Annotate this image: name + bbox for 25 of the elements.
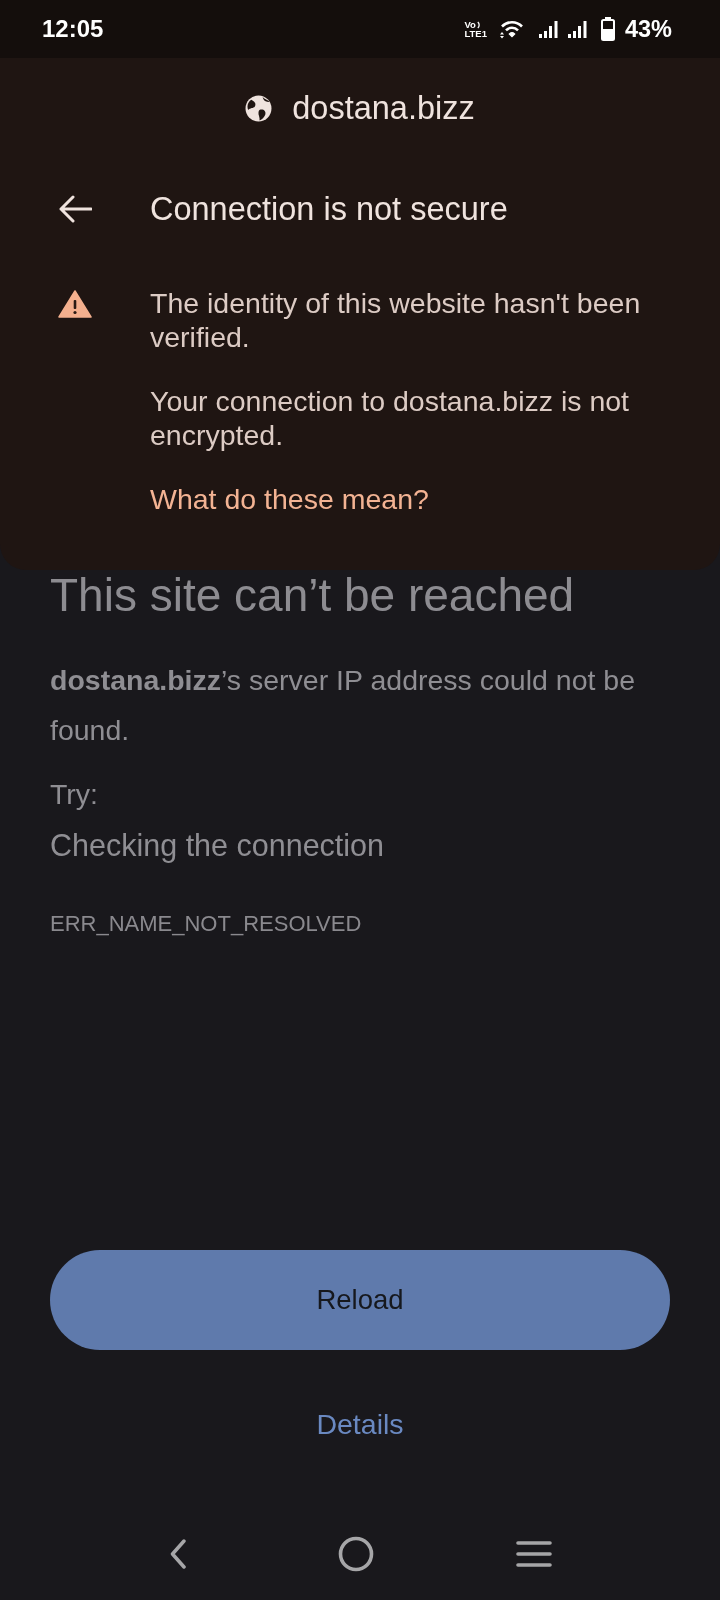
nav-back-icon[interactable] [170, 1539, 186, 1569]
try-label: Try: [50, 777, 99, 812]
back-arrow-icon[interactable] [58, 195, 92, 223]
status-time: 12:05 [42, 15, 104, 43]
wifi-icon [498, 19, 525, 39]
error-code: ERR_NAME_NOT_RESOLVED [50, 910, 363, 938]
error-heading: This site can’t be reached [50, 570, 576, 620]
what-do-these-mean-link[interactable]: What do these mean? [150, 482, 429, 516]
security-message: The identity of this website hasn't been verified. [150, 286, 642, 354]
menu-icon[interactable] [516, 1540, 552, 1568]
suggestion-text: Checking the connection [50, 827, 386, 865]
details-button[interactable]: Details [316, 1404, 404, 1444]
battery-icon [600, 17, 615, 41]
signal-icon [538, 20, 558, 38]
battery-percent: 43% [624, 15, 672, 43]
security-message: Your connection to dostana.bizz is not encrypted. [150, 384, 631, 452]
site-domain: dostana.bizz [292, 89, 475, 127]
signal-icon [567, 20, 587, 38]
home-icon[interactable] [338, 1536, 374, 1572]
globe-icon [245, 94, 273, 122]
warning-icon [58, 290, 92, 318]
volte-indicator: Vo LTE1 [464, 20, 487, 38]
reload-button[interactable]: Reload [50, 1250, 670, 1350]
popup-title: Connection is not secure [150, 190, 508, 228]
error-message: dostana.bizz’s server IP address could not be found. [50, 663, 637, 748]
